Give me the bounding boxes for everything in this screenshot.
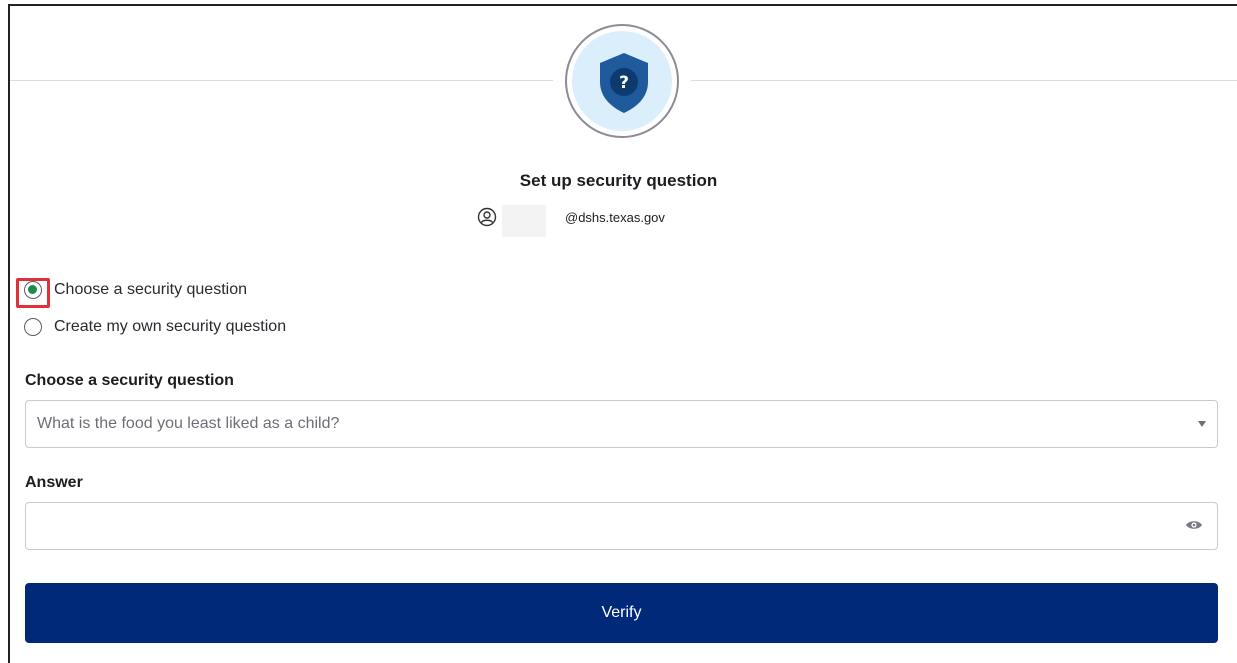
radio-create-question[interactable]: [24, 318, 42, 336]
security-question-value: What is the food you least liked as a ch…: [37, 415, 340, 432]
shield-question-icon: ?: [600, 53, 648, 113]
user-circle-icon: [477, 207, 497, 227]
eye-icon[interactable]: [1185, 519, 1203, 531]
chevron-down-icon: [1198, 421, 1206, 427]
option-create-question[interactable]: Create my own security question: [24, 318, 286, 336]
redacted-username: [502, 205, 546, 237]
authenticator-badge: ?: [565, 24, 679, 138]
header-divider-left: [10, 80, 553, 81]
option-choose-question[interactable]: Choose a security question: [24, 281, 247, 299]
answer-field[interactable]: [25, 502, 1218, 550]
user-identifier: @dshs.texas.gov: [477, 205, 665, 237]
question-field-label: Choose a security question: [25, 372, 234, 389]
option-choose-label: Choose a security question: [54, 281, 247, 298]
answer-field-label: Answer: [25, 474, 83, 491]
svg-text:?: ?: [619, 73, 629, 93]
option-create-label: Create my own security question: [54, 318, 287, 335]
radio-choose-question[interactable]: [24, 281, 42, 299]
user-email: @dshs.texas.gov: [565, 209, 665, 225]
verify-button[interactable]: Verify: [25, 583, 1218, 643]
page-title: Set up security question: [519, 171, 718, 190]
header-divider-right: [691, 80, 1237, 81]
security-question-select[interactable]: What is the food you least liked as a ch…: [25, 400, 1218, 448]
answer-input[interactable]: [36, 511, 1176, 541]
